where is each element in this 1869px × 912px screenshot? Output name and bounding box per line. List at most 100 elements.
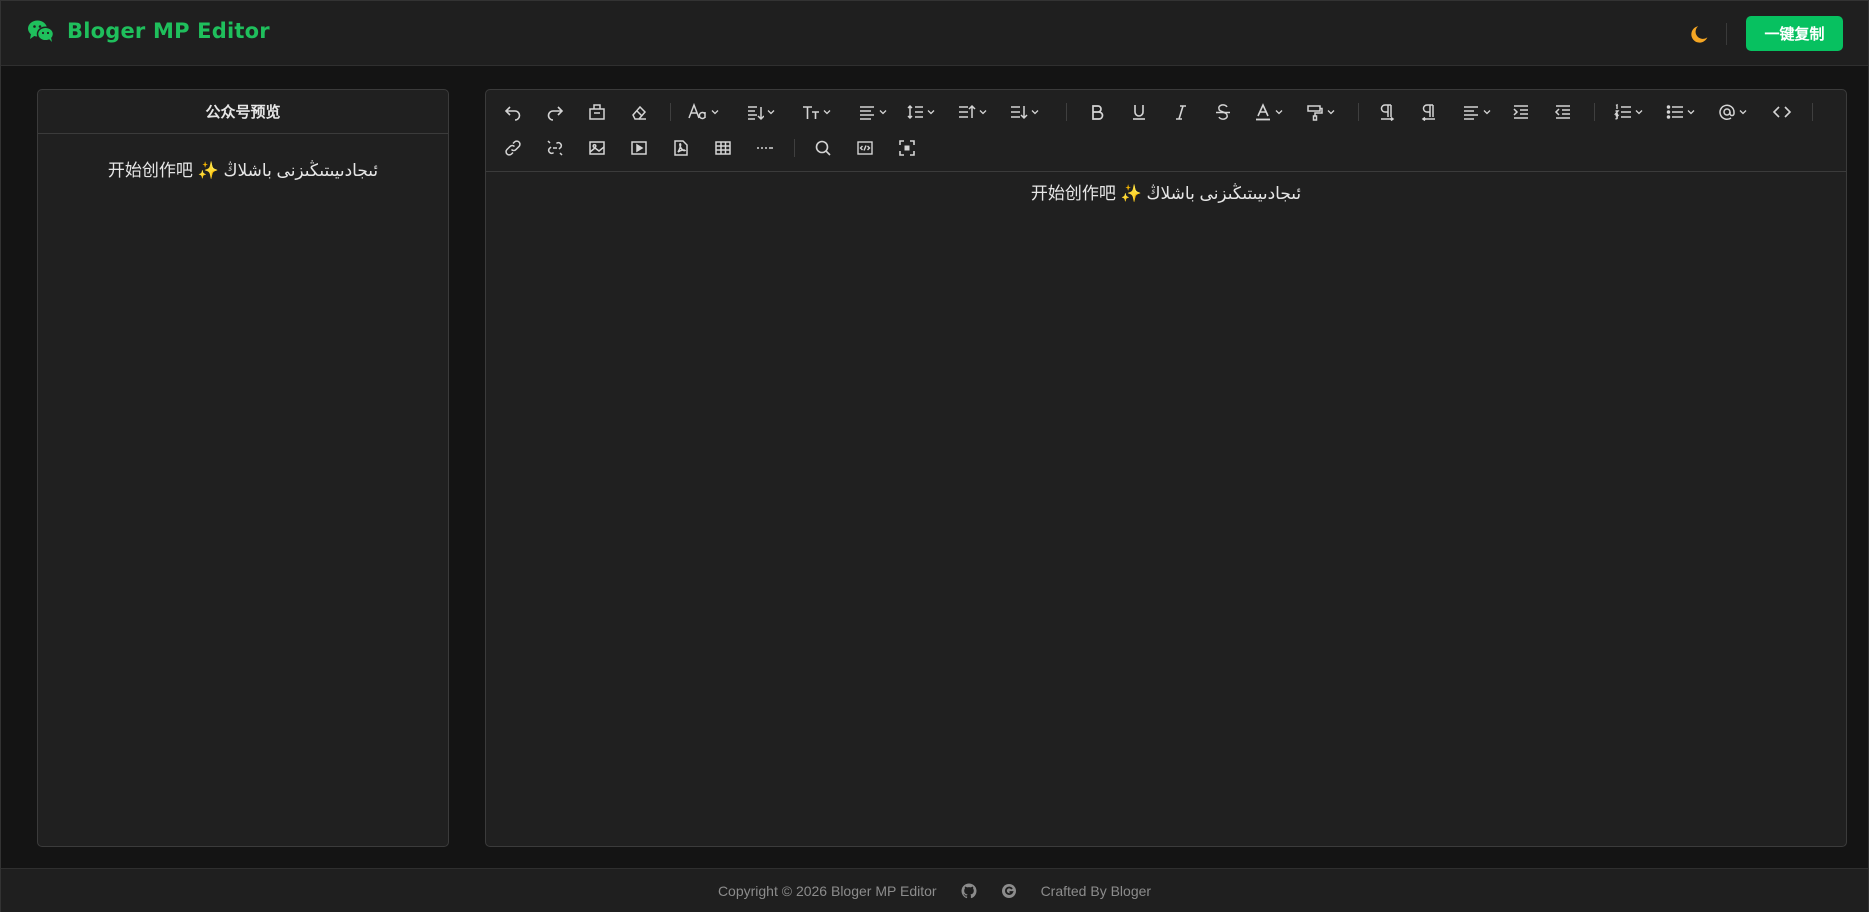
editor-text-zh: 开始创作吧 [1030, 184, 1116, 203]
font-size-icon [803, 106, 819, 119]
format-painter-button[interactable] [1306, 98, 1335, 126]
link-button[interactable] [504, 134, 522, 162]
space-before-button[interactable] [958, 98, 987, 126]
brand: Bloger MP Editor [27, 19, 270, 43]
toolbar-divider [1594, 103, 1595, 121]
moon-icon [1691, 26, 1708, 43]
website-link[interactable] [1001, 883, 1017, 899]
app-window: Bloger MP Editor 一键复制 公众号预览 开始创作吧 ✨ ئىجا… [0, 0, 1869, 912]
font-family-button[interactable] [688, 98, 719, 126]
wechat-icon [27, 19, 55, 43]
rtl-paragraph-icon [1421, 104, 1435, 121]
font-size-button[interactable] [802, 98, 831, 126]
outdent-icon [1554, 105, 1570, 119]
italic-button[interactable] [1172, 98, 1190, 126]
heading-button[interactable] [746, 98, 775, 126]
github-icon [961, 883, 977, 899]
copy-all-button[interactable]: 一键复制 [1746, 16, 1843, 51]
toolbar-divider [1812, 103, 1813, 121]
toolbar-divider [794, 139, 795, 157]
editor-content[interactable]: 开始创作吧 ✨ ئىجادىيىتىڭىزنى باشلاڭ [486, 172, 1846, 204]
video-icon [631, 141, 647, 155]
font-family-icon [688, 103, 706, 120]
underline-icon [1133, 105, 1145, 120]
outdent-button[interactable] [1554, 98, 1572, 126]
ltr-paragraph-button[interactable] [1378, 98, 1396, 126]
editor-toolbar [486, 90, 1846, 172]
chevron-down-icon [711, 110, 719, 115]
line-height-icon [907, 104, 923, 120]
search-icon [815, 140, 831, 156]
ordered-list-icon [1614, 103, 1631, 120]
crafted-by-text: Crafted By Bloger [1040, 883, 1152, 899]
video-button[interactable] [630, 134, 648, 162]
ordered-list-button[interactable] [1614, 98, 1643, 126]
preview-content: 开始创作吧 ✨ ئىجادىيىتىڭىزنى باشلاڭ [38, 134, 448, 181]
image-icon [589, 141, 605, 155]
italic-icon [1176, 105, 1186, 120]
code-block-button[interactable] [856, 134, 874, 162]
chevron-down-icon [1327, 110, 1335, 115]
pdf-icon [674, 140, 688, 156]
strikethrough-icon [1216, 104, 1230, 120]
clear-format-button[interactable] [588, 98, 606, 126]
theme-toggle-button[interactable] [1687, 21, 1713, 47]
preview-text-ug: ئىجادىيىتىڭىزنى باشلاڭ [223, 161, 379, 180]
chevron-down-icon [979, 110, 987, 115]
divider-icon [757, 147, 773, 149]
strikethrough-button[interactable] [1214, 98, 1232, 126]
align-button[interactable] [858, 98, 887, 126]
editor-text-ug: ئىجادىيىتىڭىزنى باشلاڭ [1146, 184, 1302, 203]
fullscreen-button[interactable] [898, 134, 916, 162]
editor-panel: 开始创作吧 ✨ ئىجادىيىتىڭىزنى باشلاڭ [485, 89, 1847, 847]
bold-icon [1092, 105, 1104, 120]
text-align-button[interactable] [1462, 98, 1491, 126]
undo-button[interactable] [504, 98, 522, 126]
footer: Copyright © 2026 Bloger MP Editor Crafte… [1, 868, 1868, 912]
bold-button[interactable] [1088, 98, 1106, 126]
chevron-down-icon [1275, 110, 1283, 115]
table-button[interactable] [714, 134, 732, 162]
space-after-icon [1011, 106, 1028, 120]
chevron-down-icon [1635, 110, 1643, 115]
line-height-button[interactable] [906, 98, 935, 126]
heading-icon [748, 106, 764, 121]
globe-icon [1001, 884, 1016, 898]
chevron-down-icon [767, 110, 775, 115]
sparkle-icon: ✨ [1120, 184, 1142, 203]
mention-icon [1719, 104, 1735, 120]
rtl-paragraph-button[interactable] [1420, 98, 1438, 126]
font-color-icon [1256, 103, 1270, 121]
text-align-icon [1464, 106, 1478, 120]
search-button[interactable] [814, 134, 832, 162]
unlink-icon [547, 140, 563, 156]
ltr-paragraph-icon [1380, 104, 1395, 121]
redo-icon [547, 106, 564, 121]
indent-button[interactable] [1512, 98, 1530, 126]
align-icon [860, 106, 874, 120]
pdf-button[interactable] [672, 134, 690, 162]
bullet-list-icon [1666, 105, 1683, 119]
space-before-icon [959, 104, 976, 118]
chevron-down-icon [879, 110, 887, 115]
font-color-button[interactable] [1254, 98, 1283, 126]
github-link[interactable] [961, 883, 977, 899]
fullscreen-icon [899, 140, 915, 156]
eraser-button[interactable] [630, 98, 648, 126]
link-icon [505, 140, 521, 156]
code-button[interactable] [1772, 98, 1792, 126]
unlink-button[interactable] [546, 134, 564, 162]
image-button[interactable] [588, 134, 606, 162]
format-painter-icon [1307, 105, 1323, 121]
space-after-button[interactable] [1010, 98, 1039, 126]
underline-button[interactable] [1130, 98, 1148, 126]
chevron-down-icon [823, 110, 831, 115]
code-icon [1772, 106, 1792, 118]
mention-button[interactable] [1718, 98, 1747, 126]
chevron-down-icon [1687, 110, 1695, 115]
app-title: Bloger MP Editor [67, 19, 270, 43]
bullet-list-button[interactable] [1666, 98, 1695, 126]
divider-button[interactable] [756, 134, 774, 162]
top-bar: Bloger MP Editor 一键复制 [1, 1, 1868, 66]
redo-button[interactable] [546, 98, 564, 126]
